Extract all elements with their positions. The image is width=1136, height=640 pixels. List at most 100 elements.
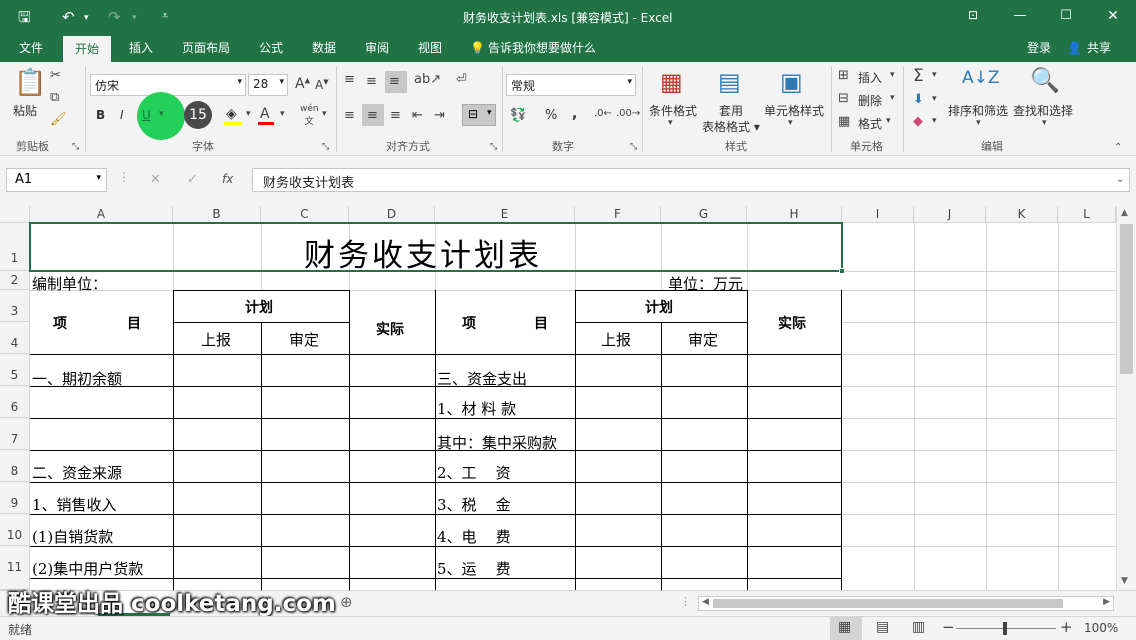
close-icon[interactable]: ✕ xyxy=(1103,8,1123,28)
format-cells-icon[interactable]: ▦ xyxy=(838,114,850,129)
formula-input[interactable]: 财务收支计划表 xyxy=(252,168,1130,192)
row-header-6[interactable]: 6 xyxy=(0,386,30,418)
row-header-1[interactable]: 1 xyxy=(0,223,30,271)
find-dropdown-icon[interactable]: ▾ xyxy=(1042,118,1047,128)
cut-icon[interactable]: ✂ xyxy=(50,68,61,83)
align-top-icon[interactable]: ≡ xyxy=(344,72,355,87)
column-header-e[interactable]: E xyxy=(435,206,575,223)
scroll-up-icon[interactable]: ▲ xyxy=(1121,208,1128,218)
phonetic-dropdown-icon[interactable]: ▾ xyxy=(322,109,327,119)
tab-view[interactable]: 视图 xyxy=(418,40,442,56)
format-as-table-label1[interactable]: 套用 xyxy=(719,102,743,119)
format-as-table-icon[interactable]: ▤ xyxy=(718,68,741,96)
align-middle-icon[interactable]: ≡ xyxy=(366,74,377,89)
row-header-8[interactable]: 8 xyxy=(0,450,30,482)
horizontal-scrollbar[interactable]: ◀ ▶ xyxy=(698,596,1114,611)
increase-decimal-icon[interactable]: .0← xyxy=(594,108,612,119)
row-header-4[interactable]: 4 xyxy=(0,322,30,354)
conditional-dropdown-icon[interactable]: ▾ xyxy=(668,118,673,128)
find-select-icon[interactable]: 🔍 xyxy=(1030,66,1060,94)
format-dropdown-icon[interactable]: ▾ xyxy=(886,116,891,126)
tab-home[interactable]: 开始 xyxy=(63,36,112,62)
clipboard-launcher-icon[interactable]: ⤡ xyxy=(72,142,79,152)
sort-dropdown-icon[interactable]: ▾ xyxy=(976,118,981,128)
delete-cells-button[interactable]: 删除 xyxy=(858,92,882,109)
fill-color-icon[interactable]: ◈ xyxy=(226,106,237,122)
font-launcher-icon[interactable]: ⤡ xyxy=(322,142,329,152)
scroll-right-icon[interactable]: ▶ xyxy=(1103,597,1110,607)
share-button[interactable]: 共享 xyxy=(1087,40,1111,56)
tab-data[interactable]: 数据 xyxy=(312,40,336,56)
tell-me-search[interactable]: 告诉我你想要做什么 xyxy=(488,40,596,56)
font-color-icon[interactable]: A xyxy=(260,106,270,122)
scroll-left-icon[interactable]: ◀ xyxy=(702,597,709,607)
undo-dropdown-icon[interactable]: ▾ xyxy=(84,10,89,26)
enter-icon[interactable]: ✓ xyxy=(187,172,198,187)
increase-font-icon[interactable]: A▲ xyxy=(295,76,310,92)
decrease-decimal-icon[interactable]: .00→ xyxy=(616,108,640,119)
orientation-icon[interactable]: ab↗ xyxy=(414,72,441,87)
tab-insert[interactable]: 插入 xyxy=(129,40,153,56)
clear-icon[interactable]: ◆ xyxy=(913,114,923,129)
paste-icon[interactable]: 📋 xyxy=(14,68,46,98)
column-header-k[interactable]: K xyxy=(986,206,1058,223)
wrap-text-icon[interactable]: ⏎ xyxy=(456,72,467,87)
comma-button[interactable]: , xyxy=(572,106,577,122)
column-header-i[interactable]: I xyxy=(842,206,914,223)
bold-button[interactable]: B xyxy=(96,108,105,122)
insert-dropdown-icon[interactable]: ▾ xyxy=(890,70,895,80)
tab-formulas[interactable]: 公式 xyxy=(259,40,283,56)
column-header-j[interactable]: J xyxy=(914,206,986,223)
zoom-slider-thumb[interactable] xyxy=(1003,622,1007,635)
maximize-icon[interactable]: ☐ xyxy=(1056,8,1076,28)
customize-qat-icon[interactable]: ⩡ xyxy=(162,8,168,24)
tab-review[interactable]: 审阅 xyxy=(365,40,389,56)
sort-filter-icon[interactable]: A↓Z xyxy=(962,68,1000,88)
column-header-f[interactable]: F xyxy=(575,206,661,223)
align-right-icon[interactable]: ≡ xyxy=(390,108,401,123)
select-all-corner[interactable] xyxy=(0,206,30,223)
name-box-dropdown-icon[interactable]: ▾ xyxy=(96,173,101,183)
column-header-h[interactable]: H xyxy=(747,206,842,223)
redo-icon[interactable]: ↷ xyxy=(108,9,121,25)
font-color-dropdown-icon[interactable]: ▾ xyxy=(280,109,285,119)
copy-icon[interactable]: ⧉ xyxy=(50,90,59,105)
ribbon-display-options-icon[interactable]: ⊡ xyxy=(963,8,983,28)
increase-indent-icon[interactable]: ⇥ xyxy=(434,108,445,123)
decrease-font-icon[interactable]: A▼ xyxy=(315,78,329,92)
column-header-l[interactable]: L xyxy=(1058,206,1116,223)
row-header-10[interactable]: 10 xyxy=(0,514,30,546)
undo-icon[interactable]: ↶ xyxy=(62,9,75,25)
number-format-dropdown[interactable]: 常规 ▾ xyxy=(506,74,636,96)
zoom-in-icon[interactable]: + xyxy=(1060,618,1073,636)
column-header-d[interactable]: D xyxy=(349,206,435,223)
tab-file[interactable]: 文件 xyxy=(19,40,43,56)
worksheet-grid[interactable]: A B C D E F G H I J K L 1 2 3 4 5 6 7 8 … xyxy=(0,206,1116,590)
align-center-icon[interactable]: ≡ xyxy=(367,108,378,123)
underline-button[interactable]: U xyxy=(142,108,151,122)
percent-button[interactable]: % xyxy=(545,108,557,123)
merge-center-button[interactable]: ⊟ ▾ xyxy=(462,104,496,126)
format-painter-icon[interactable]: 🖌 xyxy=(50,112,67,127)
redo-dropdown-icon[interactable]: ▾ xyxy=(132,10,137,26)
save-icon[interactable]: 🖫 xyxy=(18,9,31,25)
insert-function-icon[interactable]: fx xyxy=(222,172,233,186)
fill-color-dropdown-icon[interactable]: ▾ xyxy=(246,109,251,119)
find-select-button[interactable]: 查找和选择 xyxy=(1013,102,1073,119)
zoom-out-icon[interactable]: − xyxy=(942,618,955,636)
insert-cells-icon[interactable]: ⊞ xyxy=(838,68,849,83)
collapse-ribbon-icon[interactable]: ⌃ xyxy=(1114,142,1122,153)
cell-styles-dropdown-icon[interactable]: ▾ xyxy=(788,118,793,128)
conditional-format-icon[interactable]: ▦ xyxy=(660,68,683,96)
tab-page-layout[interactable]: 页面布局 xyxy=(182,40,230,56)
number-launcher-icon[interactable]: ⤡ xyxy=(630,142,637,152)
fill-handle[interactable] xyxy=(839,268,845,274)
vertical-scrollbar[interactable]: ▲ ▼ xyxy=(1116,206,1136,590)
delete-dropdown-icon[interactable]: ▾ xyxy=(890,93,895,103)
autosum-dropdown-icon[interactable]: ▾ xyxy=(932,70,937,80)
vertical-scroll-thumb[interactable] xyxy=(1120,224,1133,374)
name-box[interactable]: A1 ▾ xyxy=(6,168,107,192)
fill-dropdown-icon[interactable]: ▾ xyxy=(932,94,937,104)
column-header-g[interactable]: G xyxy=(661,206,747,223)
column-header-a[interactable]: A xyxy=(30,206,173,223)
